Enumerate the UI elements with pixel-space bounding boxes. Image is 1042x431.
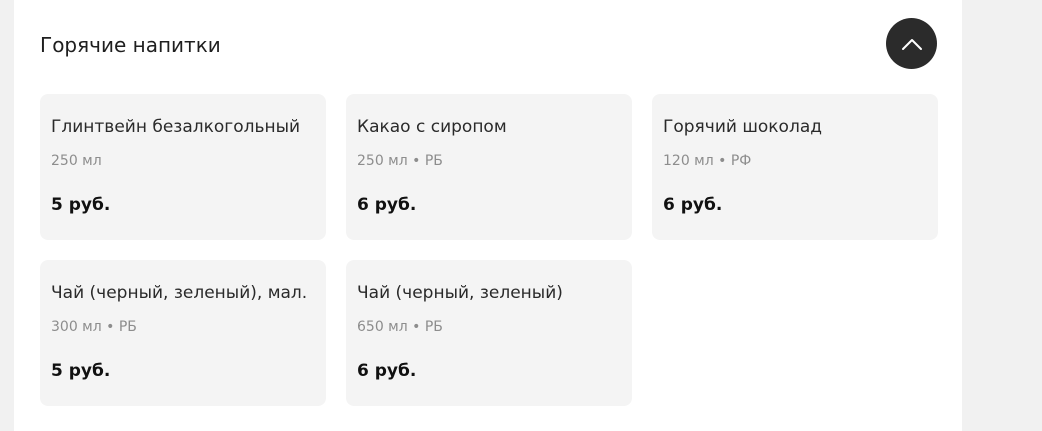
item-price: 6 руб. [663,195,723,215]
item-name: Какао с сиропом [357,117,507,137]
item-name: Глинтвейн безалкогольный [51,117,301,137]
item-price: 6 руб. [357,361,417,381]
item-volume: 250 мл • РБ [357,153,443,169]
menu-section-panel: Горячие напитки Глинтвейн безалкогольный… [14,0,962,431]
item-name: Чай (черный, зеленый), мал. [51,283,308,303]
collapse-section-button[interactable] [886,18,937,69]
menu-item-card[interactable]: Горячий шоколад 120 мл • РФ 6 руб. [652,94,938,240]
menu-item-card[interactable]: Глинтвейн безалкогольный 250 мл 5 руб. [40,94,326,240]
item-volume: 250 мл [51,153,102,169]
menu-item-card[interactable]: Чай (черный, зеленый), мал. 300 мл • РБ … [40,260,326,406]
item-price: 6 руб. [357,195,417,215]
chevron-up-icon [901,38,922,50]
section-title: Горячие напитки [40,33,221,57]
item-volume: 300 мл • РБ [51,319,137,335]
menu-item-card[interactable]: Какао с сиропом 250 мл • РБ 6 руб. [346,94,632,240]
item-volume: 650 мл • РБ [357,319,443,335]
item-price: 5 руб. [51,195,111,215]
menu-item-card[interactable]: Чай (черный, зеленый) 650 мл • РБ 6 руб. [346,260,632,406]
item-price: 5 руб. [51,361,111,381]
item-volume: 120 мл • РФ [663,153,752,169]
item-name: Чай (черный, зеленый) [357,283,563,303]
item-name: Горячий шоколад [663,117,822,137]
